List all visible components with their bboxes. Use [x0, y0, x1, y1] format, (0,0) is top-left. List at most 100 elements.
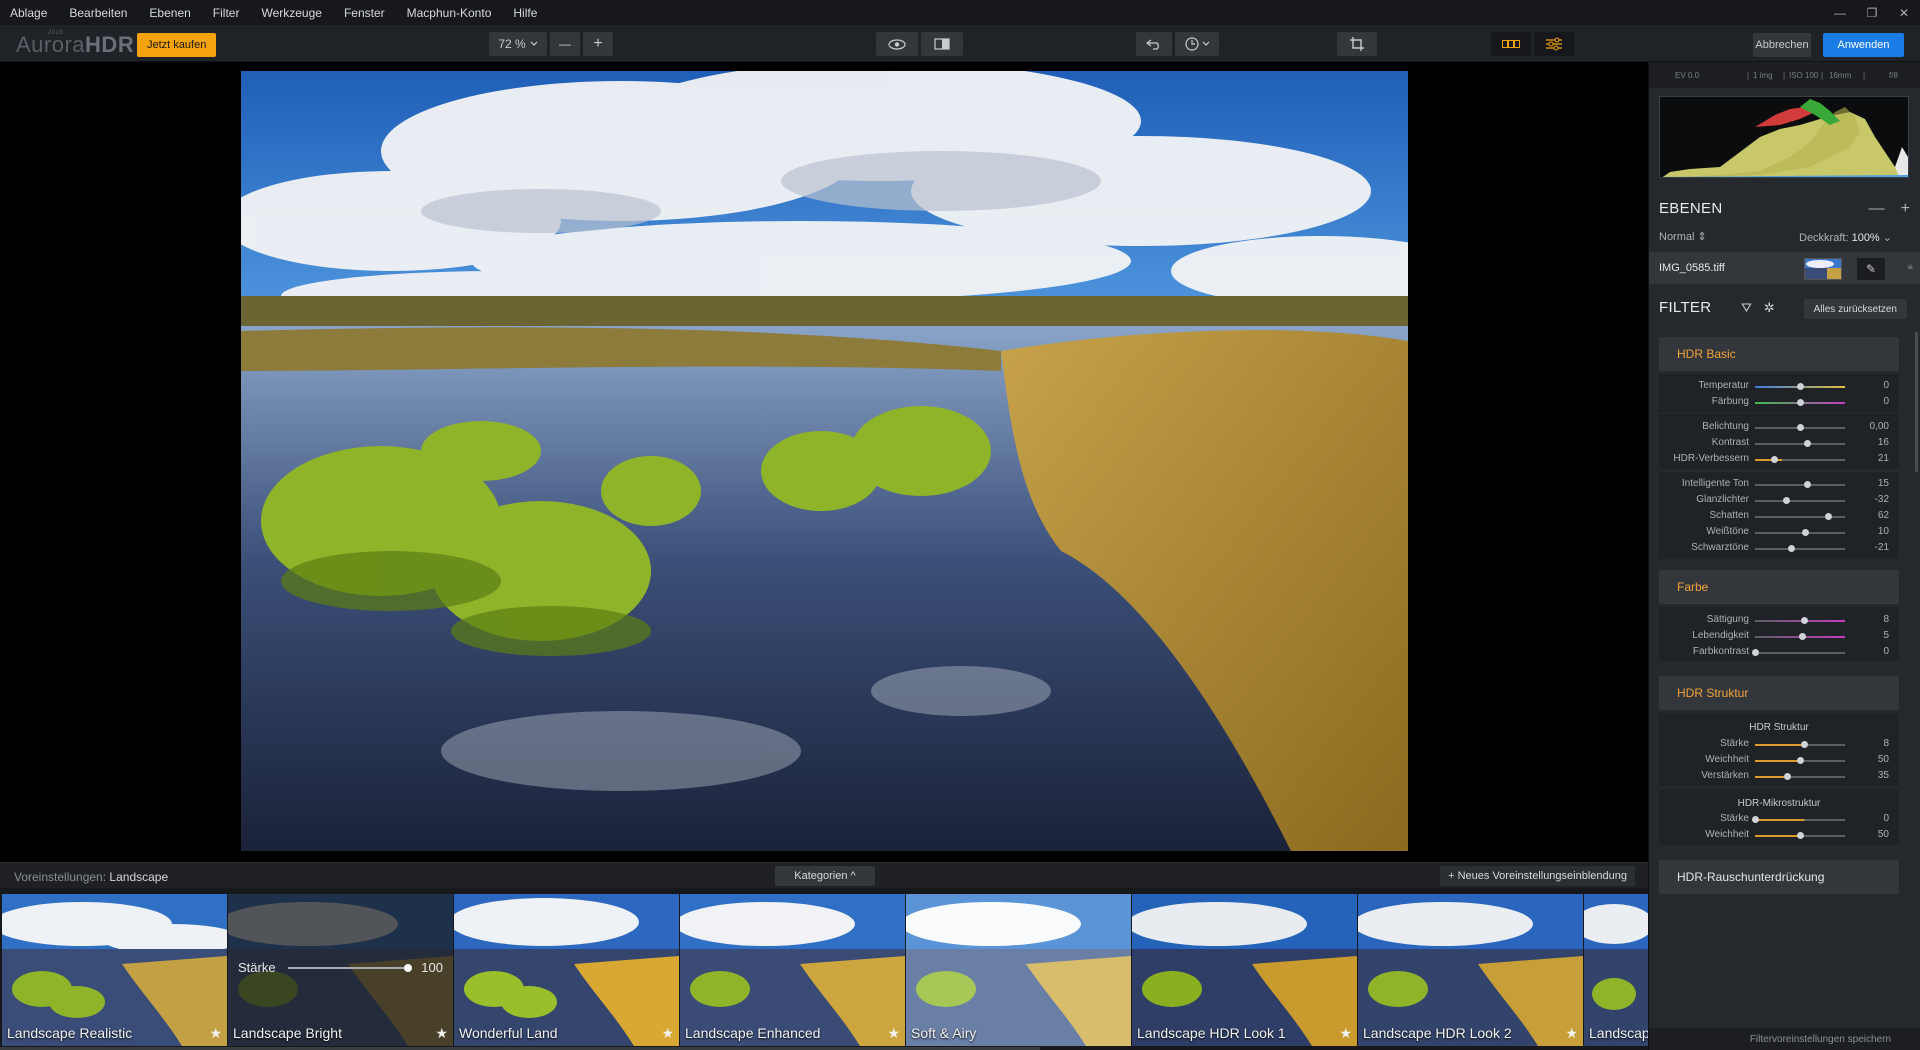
slider-track[interactable] — [1755, 440, 1845, 447]
slider-row-verstärken[interactable]: Verstärken 35 — [1659, 768, 1899, 784]
slider-row-stärke[interactable]: Stärke 8 — [1659, 736, 1899, 752]
buy-now-button[interactable]: Jetzt kaufen — [137, 33, 217, 57]
slider-knob[interactable] — [1770, 456, 1778, 463]
slider-row-schwarztöne[interactable]: Schwarztöne -21 — [1659, 540, 1899, 556]
slider-row-temperatur[interactable]: Temperatur 0 — [1659, 378, 1899, 394]
zoom-in-button[interactable]: + — [583, 32, 613, 56]
menu-filter[interactable]: Filter — [202, 6, 251, 20]
brush-icon[interactable]: ✎ — [1857, 258, 1885, 280]
slider-track[interactable] — [1755, 617, 1845, 624]
star-icon[interactable]: ★ — [1339, 1025, 1352, 1042]
slider-knob[interactable] — [1803, 481, 1811, 488]
star-icon[interactable]: ★ — [435, 1025, 448, 1042]
compare-button[interactable] — [921, 32, 963, 56]
preset-landscape-enhanced[interactable]: Landscape Enhanced ★ — [680, 894, 905, 1046]
slider-knob[interactable] — [1752, 816, 1759, 823]
slider-row-belichtung[interactable]: Belichtung 0,00 — [1659, 419, 1899, 435]
slider-row-lebendigkeit[interactable]: Lebendigkeit 5 — [1659, 628, 1899, 644]
preset-landscape-partial[interactable]: Landscape — [1584, 894, 1648, 1046]
preset-landscape-bright[interactable]: Stärke 100 Landscape Bright ★ — [228, 894, 453, 1046]
slider-track[interactable] — [1755, 424, 1845, 431]
slider-row-weichheit[interactable]: Weichheit 50 — [1659, 827, 1899, 843]
slider-row-intelligente-ton[interactable]: Intelligente Ton 15 — [1659, 476, 1899, 492]
slider-row-farbkontrast[interactable]: Farbkontrast 0 — [1659, 644, 1899, 660]
slider-knob[interactable] — [1797, 383, 1804, 390]
star-icon[interactable]: ★ — [661, 1025, 674, 1042]
reset-all-button[interactable]: Alles zurücksetzen — [1803, 299, 1907, 319]
menu-werkzeuge[interactable]: Werkzeuge — [250, 6, 332, 20]
preset-landscape-realistic[interactable]: Landscape Realistic ★ — [2, 894, 227, 1046]
strength-track[interactable] — [287, 963, 413, 972]
menu-bearbeiten[interactable]: Bearbeiten — [58, 6, 138, 20]
slider-track[interactable] — [1755, 456, 1845, 463]
slider-knob[interactable] — [1804, 440, 1812, 447]
panel-scrollbar[interactable] — [1915, 332, 1918, 472]
menu-ablage[interactable]: Ablage — [0, 6, 58, 20]
slider-track[interactable] — [1755, 773, 1845, 780]
mask-icon[interactable]: ⛛ — [1741, 300, 1752, 316]
star-icon[interactable]: ★ — [209, 1025, 222, 1042]
slider-row-hdr-verbessern[interactable]: HDR-Verbessern 21 — [1659, 451, 1899, 467]
settings-icon[interactable]: ✲ — [1764, 300, 1775, 316]
slider-knob[interactable] — [1800, 741, 1808, 748]
blend-mode-dropdown[interactable]: Normal ⇕ — [1659, 230, 1707, 243]
strength-knob[interactable] — [404, 963, 413, 972]
close-icon[interactable]: ✕ — [1888, 0, 1920, 25]
restore-icon[interactable]: ❐ — [1856, 0, 1888, 25]
slider-track[interactable] — [1755, 545, 1845, 552]
star-icon[interactable]: ★ — [1565, 1025, 1578, 1042]
slider-knob[interactable] — [1782, 497, 1790, 504]
hdr-struktur-header[interactable]: HDR Struktur — [1659, 676, 1899, 710]
menu-macphun-konto[interactable]: Macphun-Konto — [396, 6, 503, 20]
lock-icon[interactable]: 🔒︎ — [1908, 261, 1913, 272]
preset-landscape-hdr-look-2[interactable]: Landscape HDR Look 2 ★ — [1358, 894, 1583, 1046]
slider-row-weißtöne[interactable]: Weißtöne 10 — [1659, 524, 1899, 540]
slider-row-sättigung[interactable]: Sättigung 8 — [1659, 612, 1899, 628]
slider-row-stärke[interactable]: Stärke 0 — [1659, 811, 1899, 827]
slider-knob[interactable] — [1797, 399, 1804, 406]
slider-knob[interactable] — [1801, 529, 1809, 536]
adjustments-toggle-button[interactable] — [1534, 32, 1574, 56]
slider-row-färbung[interactable]: Färbung 0 — [1659, 394, 1899, 410]
slider-row-glanzlichter[interactable]: Glanzlichter -32 — [1659, 492, 1899, 508]
slider-track[interactable] — [1755, 832, 1845, 839]
slider-row-schatten[interactable]: Schatten 62 — [1659, 508, 1899, 524]
cancel-button[interactable]: Abbrechen — [1753, 33, 1811, 57]
new-preset-overlay-button[interactable]: + Neues Voreinstellungseinblendung — [1440, 866, 1635, 886]
main-photo[interactable] — [241, 71, 1408, 851]
slider-track[interactable] — [1755, 399, 1845, 406]
zoom-dropdown[interactable]: 72 % — [489, 32, 547, 56]
slider-knob[interactable] — [1797, 757, 1804, 764]
noise-reduction-header[interactable]: HDR-Rauschunterdrückung — [1659, 860, 1899, 894]
preset-soft-airy[interactable]: Soft & Airy — [906, 894, 1131, 1046]
preset-wonderful-land[interactable]: Wonderful Land ★ — [454, 894, 679, 1046]
slider-track[interactable] — [1755, 741, 1845, 748]
history-button[interactable] — [1175, 32, 1219, 56]
zoom-out-button[interactable]: — — [550, 32, 580, 56]
slider-track[interactable] — [1752, 816, 1845, 823]
slider-knob[interactable] — [1797, 832, 1804, 839]
apply-button[interactable]: Anwenden — [1823, 33, 1904, 57]
slider-row-kontrast[interactable]: Kontrast 16 — [1659, 435, 1899, 451]
add-layer-icon[interactable]: + — [1901, 200, 1910, 218]
slider-track[interactable] — [1755, 513, 1845, 520]
menu-fenster[interactable]: Fenster — [333, 6, 396, 20]
slider-row-weichheit[interactable]: Weichheit 50 — [1659, 752, 1899, 768]
remove-layer-icon[interactable]: — — [1869, 200, 1885, 218]
slider-knob[interactable] — [1797, 424, 1804, 431]
slider-track[interactable] — [1755, 757, 1845, 764]
crop-button[interactable] — [1337, 32, 1377, 56]
preview-eye-button[interactable] — [876, 32, 918, 56]
slider-track[interactable] — [1755, 529, 1845, 536]
opacity-control[interactable]: Deckkraft: 100% ⌄ — [1799, 231, 1892, 244]
slider-knob[interactable] — [1799, 633, 1807, 640]
minimize-icon[interactable]: — — [1824, 0, 1856, 25]
slider-track[interactable] — [1755, 497, 1845, 504]
slider-track[interactable] — [1755, 481, 1845, 488]
preset-landscape-hdr-look-1[interactable]: Landscape HDR Look 1 ★ — [1132, 894, 1357, 1046]
strength-slider[interactable]: Stärke 100 — [238, 960, 443, 975]
presets-toggle-button[interactable] — [1491, 32, 1531, 56]
undo-button[interactable] — [1136, 32, 1172, 56]
slider-knob[interactable] — [1824, 513, 1832, 520]
slider-track[interactable] — [1755, 383, 1845, 390]
